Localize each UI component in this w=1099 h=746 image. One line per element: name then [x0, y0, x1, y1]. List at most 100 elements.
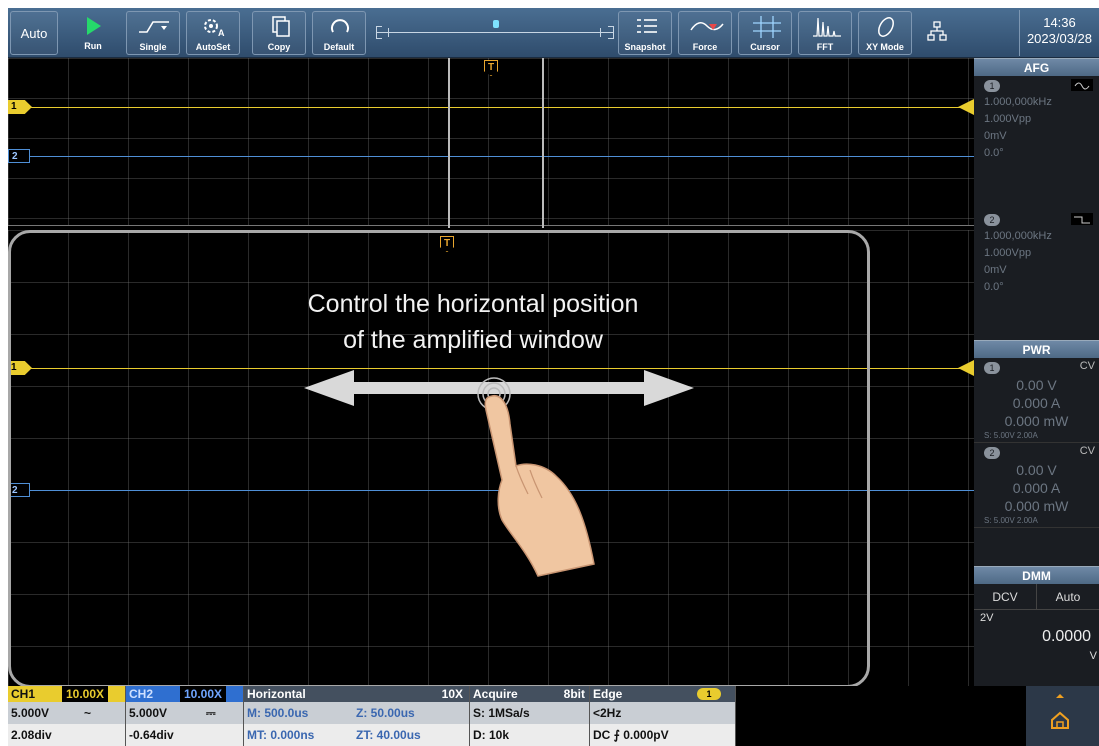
dmm-range: 2V: [980, 612, 994, 624]
clock-date: 2023/03/28: [1026, 31, 1093, 46]
force-button[interactable]: Force: [678, 11, 732, 55]
run-label: Run: [84, 41, 102, 51]
spectrum-icon: [799, 12, 851, 42]
right-panel: AFG 1 1.000,000kHz 1.000Vpp 0mV 0.0° 2 1…: [974, 58, 1099, 686]
afg-ch2-offset: 0mV: [984, 264, 1007, 276]
ch1-label: CH1: [11, 687, 36, 701]
zoom-factor: 10X: [441, 687, 463, 701]
ch2-probe: 10.00X: [180, 686, 227, 702]
waveform-display[interactable]: 1 2 T T 1 2 Control the horizontal posit…: [8, 58, 974, 688]
trigger-frequency: <2Hz: [590, 702, 735, 724]
xy-mode-label: XY Mode: [866, 42, 904, 52]
ch2-offset: -0.64div: [129, 728, 174, 742]
single-button[interactable]: Single: [126, 11, 180, 55]
trigger-type: Edge: [593, 687, 623, 701]
ch2-status[interactable]: CH2 10.00X 5.000V ⎓ -0.64div: [126, 686, 244, 746]
afg-ch1-phase: 0.0°: [984, 147, 1004, 159]
pwr-ch1-badge: 1: [984, 362, 1000, 374]
network-icon[interactable]: [926, 20, 948, 44]
ch2-marker-main[interactable]: 2: [8, 149, 30, 163]
reset-icon: [313, 12, 365, 42]
fft-button[interactable]: FFT: [798, 11, 852, 55]
horizontal-position-slider[interactable]: [376, 16, 614, 50]
dmm-mode[interactable]: DCV: [974, 584, 1037, 609]
slider-right-end: [608, 26, 614, 39]
ch1-offset: 2.08div: [11, 728, 52, 742]
single-label: Single: [139, 42, 167, 52]
main-timebase: M: 500.0us: [247, 706, 309, 720]
pwr-ch2-voltage: 0.00 V: [1016, 462, 1057, 478]
ch1-status[interactable]: CH1 10.00X 5.000V ~ 2.08div: [8, 686, 126, 746]
afg-ch1-offset: 0mV: [984, 130, 1007, 142]
home-icon: [1051, 694, 1069, 729]
pwr-ch2-setting: S: 5.00V 2.00A: [974, 515, 1099, 528]
run-button[interactable]: Run: [66, 11, 120, 55]
play-icon: [66, 11, 120, 41]
default-button[interactable]: Default: [312, 11, 366, 55]
pointing-hand-icon: [484, 394, 595, 577]
callout-text: Control the horizontal position of the a…: [228, 286, 718, 358]
afg-ch2-badge: 2: [984, 214, 1000, 226]
autoset-button[interactable]: A AutoSet: [186, 11, 240, 55]
copy-button[interactable]: Copy: [252, 11, 306, 55]
trigger-source-badge: 1: [697, 688, 721, 700]
copy-label: Copy: [267, 42, 291, 52]
amplified-window-frame[interactable]: [448, 58, 544, 228]
svg-text:A: A: [218, 28, 225, 38]
list-icon: [619, 12, 671, 42]
afg-section[interactable]: AFG 1 1.000,000kHz 1.000Vpp 0mV 0.0°: [974, 58, 1099, 162]
sample-rate: S: 1MSa/s: [470, 702, 589, 724]
trigger-level: DC ⨍ 0.000pV: [593, 728, 669, 742]
acquire-status[interactable]: Acquire 8bit S: 1MSa/s D: 10k: [470, 686, 590, 746]
fft-label: FFT: [816, 42, 834, 52]
pwr-ch1-setting: S: 5.00V 2.00A: [974, 430, 1099, 443]
afg-ch2-phase: 0.0°: [984, 281, 1004, 293]
memory-depth: D: 10k: [473, 728, 510, 742]
slider-tick: [388, 28, 389, 37]
force-label: Force: [692, 42, 718, 52]
afg-ch1-amplitude: 1.000Vpp: [984, 113, 1032, 125]
acquire-label: Acquire: [473, 687, 518, 701]
trigger-status[interactable]: Edge 1 <2Hz DC ⨍ 0.000pV: [590, 686, 736, 746]
pwr-ch2-current: 0.000 A: [1012, 480, 1061, 496]
afg-ch1-frequency: 1.000,000kHz: [984, 96, 1052, 108]
dmm-range-mode[interactable]: Auto: [1037, 584, 1099, 609]
slider-tick: [600, 28, 601, 37]
pwr-section[interactable]: PWR 1 CV 0.00 V 0.000 A 0.000 mW S: 5.00…: [974, 340, 1099, 528]
zoom-timebase: Z: 50.00us: [356, 706, 415, 720]
cursor-icon: [739, 12, 791, 42]
cursor-button[interactable]: Cursor: [738, 11, 792, 55]
slider-knob[interactable]: [493, 20, 499, 28]
clock-time: 14:36: [1043, 15, 1076, 30]
sine-wave-icon: [1071, 79, 1093, 91]
afg-ch2-amplitude: 1.000Vpp: [984, 247, 1032, 259]
copy-icon: [253, 12, 305, 42]
slider-track: [376, 32, 614, 33]
ch2-label: CH2: [129, 687, 154, 701]
home-button[interactable]: [1026, 686, 1099, 746]
ch1-scale: 5.000V: [11, 706, 50, 720]
ch2-coupling: ⎓: [206, 706, 216, 720]
pwr-ch2-mode: CV: [1079, 445, 1095, 457]
horizontal-status[interactable]: Horizontal 10X M: 500.0us Z: 50.00us MT:…: [244, 686, 470, 746]
zoom-trigger-offset: ZT: 40.00us: [356, 728, 421, 742]
dmm-value: 0.0000: [1042, 628, 1091, 645]
callout-line-1: Control the horizontal position: [307, 290, 639, 318]
dmm-unit: V: [1089, 650, 1097, 662]
snapshot-button[interactable]: Snapshot: [618, 11, 672, 55]
square-wave-icon: [1071, 213, 1093, 225]
xy-mode-button[interactable]: XY Mode: [858, 11, 912, 55]
acquire-bits: 8bit: [563, 687, 585, 701]
swipe-gesture-illustration: [304, 370, 694, 577]
single-trigger-icon: [127, 12, 179, 42]
pwr-ch1-voltage: 0.00 V: [1016, 377, 1057, 393]
pwr-ch2-badge: 2: [984, 447, 1000, 459]
auto-button[interactable]: Auto: [10, 11, 58, 55]
status-empty-area: [736, 686, 1026, 746]
xy-lissajous-icon: [859, 12, 911, 42]
dmm-section[interactable]: DMM DCV Auto 2V 0.0000 V: [974, 566, 1099, 664]
ch2-scale: 5.000V: [129, 706, 168, 720]
afg-ch2-section[interactable]: 2 1.000,000kHz 1.000Vpp 0mV 0.0°: [974, 210, 1099, 296]
pwr-ch1-current: 0.000 A: [1012, 395, 1061, 411]
gear-icon: A: [187, 12, 239, 42]
